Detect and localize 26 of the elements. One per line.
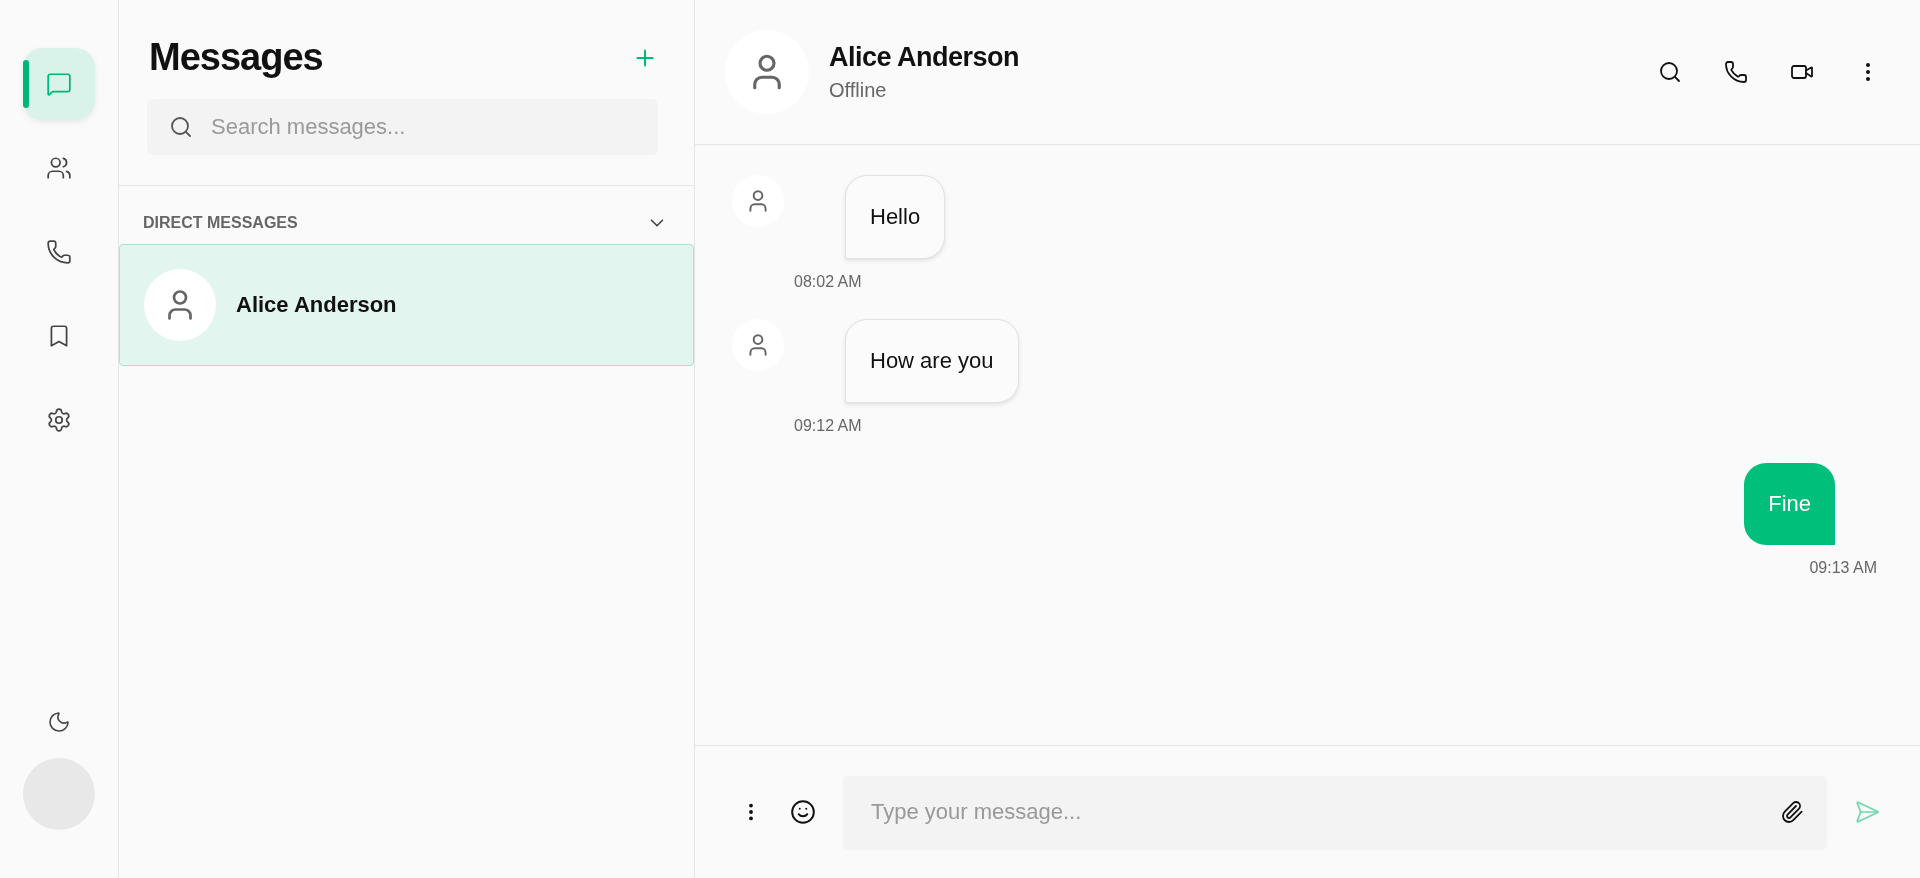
search-field[interactable]: Search messages... xyxy=(147,99,658,155)
search-icon[interactable] xyxy=(1658,60,1682,84)
chat-icon xyxy=(46,71,72,97)
search-icon xyxy=(169,115,193,139)
phone-icon xyxy=(46,239,72,265)
contact-name: Alice Anderson xyxy=(236,292,397,318)
message-time: 09:12 AM xyxy=(794,417,862,435)
message-time: 08:02 AM xyxy=(794,273,862,291)
settings-icon xyxy=(46,407,72,433)
paperclip-icon[interactable] xyxy=(1780,800,1804,824)
search-input[interactable]: Search messages... xyxy=(209,113,636,141)
moon-icon[interactable] xyxy=(47,710,71,734)
message-bubble: How are you xyxy=(845,319,1019,403)
smile-icon[interactable] xyxy=(790,799,816,825)
panel-title: Messages xyxy=(149,36,323,79)
contact-status: Offline xyxy=(829,79,888,102)
phone-icon[interactable] xyxy=(1724,60,1748,84)
message-bubble: Fine xyxy=(1744,463,1835,545)
message-input[interactable]: Type your message... xyxy=(869,798,1780,826)
message-bubble: Hello xyxy=(845,175,946,259)
users-icon xyxy=(46,155,72,181)
conversation-item[interactable]: Alice Anderson xyxy=(119,244,694,366)
message-time: 09:13 AM xyxy=(1809,559,1877,577)
section-label: DIRECT MESSAGES xyxy=(143,214,298,232)
contact-name: Alice Anderson xyxy=(829,42,1021,73)
message-field[interactable]: Type your message... xyxy=(844,776,1826,848)
